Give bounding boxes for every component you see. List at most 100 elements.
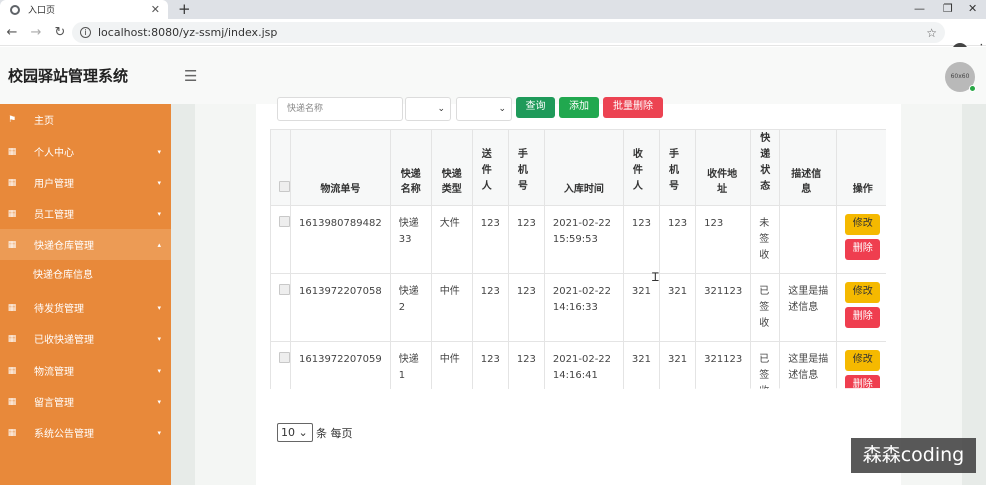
select-all-checkbox-cell[interactable] bbox=[270, 129, 291, 206]
cell-status: 已签收 bbox=[750, 341, 781, 389]
delete-button[interactable]: 删除 bbox=[845, 239, 881, 260]
sidebar-item-5[interactable]: ▦ 快递仓库管理 ▴ bbox=[0, 229, 171, 260]
cell-id: 1613972207058 bbox=[290, 273, 391, 342]
window-close-button[interactable]: ✕ bbox=[968, 0, 977, 19]
info-icon[interactable]: i bbox=[80, 27, 91, 38]
grid-icon: ▦ bbox=[7, 146, 17, 157]
cell-desc: 这里是描述信息 bbox=[779, 341, 838, 389]
row-checkbox[interactable] bbox=[279, 216, 290, 227]
type-select[interactable]: ⌄ bbox=[405, 97, 451, 121]
pagination-size: 10 ⌄ 条 每页 bbox=[277, 423, 353, 442]
star-icon[interactable]: ☆ bbox=[926, 26, 937, 40]
sidebar-item-label: 主页 bbox=[34, 116, 54, 127]
grid-icon: ▦ bbox=[7, 396, 17, 407]
row-checkbox-cell[interactable] bbox=[270, 205, 291, 274]
cell-name: 快递2 bbox=[389, 273, 432, 342]
cell-addr: 123 bbox=[695, 205, 752, 274]
cell-name: 快递33 bbox=[389, 205, 432, 274]
new-tab-button[interactable]: + bbox=[178, 0, 191, 18]
table-row: 1613980789482 快递33 大件 123 123 2021-02-22 15:5… bbox=[270, 205, 886, 274]
sidebar-item-4[interactable]: ▦ 员工管理 ▾ bbox=[0, 198, 171, 229]
brand-title: 校园驿站管理系统 bbox=[8, 67, 129, 85]
cell-actions: 修改 删除 bbox=[836, 341, 886, 389]
cell-rphone: 321 bbox=[658, 273, 697, 342]
back-arrow-icon[interactable]: ← bbox=[0, 25, 24, 40]
delete-button[interactable]: 删除 bbox=[845, 307, 881, 328]
cell-sender: 123 bbox=[471, 341, 509, 389]
sidebar-item-6[interactable]: ▦ 待发货管理 ▾ bbox=[0, 292, 171, 323]
cell-actions: 修改 删除 bbox=[836, 205, 886, 274]
caret-down-icon: ▾ bbox=[157, 428, 161, 437]
sidebar-item-label: 系统公告管理 bbox=[34, 429, 94, 440]
app-header: 校园驿站管理系统 ☰ 60x60 bbox=[0, 47, 986, 104]
tab-close-icon[interactable]: ✕ bbox=[151, 3, 160, 16]
caret-down-icon: ▾ bbox=[157, 303, 161, 312]
caret-up-icon: ▴ bbox=[157, 240, 161, 249]
sidebar-item-9[interactable]: ▦ 留言管理 ▾ bbox=[0, 386, 171, 417]
hamburger-menu-icon[interactable]: ☰ bbox=[184, 67, 197, 85]
cell-rphone: 321 bbox=[658, 341, 697, 389]
sidebar-item-label: 个人中心 bbox=[34, 148, 74, 159]
caret-down-icon: ▾ bbox=[157, 334, 161, 343]
cell-name: 快递1 bbox=[389, 341, 432, 389]
column-header: 快递类型 bbox=[430, 129, 473, 206]
caret-down-icon: ▾ bbox=[157, 397, 161, 406]
page-size-select[interactable]: 10 ⌄ bbox=[277, 423, 313, 442]
maximize-button[interactable]: ❐ bbox=[943, 0, 953, 19]
sidebar-item-10[interactable]: ▦ 系统公告管理 ▾ bbox=[0, 417, 171, 448]
globe-icon bbox=[10, 4, 20, 15]
tab-title: 入口页 bbox=[28, 6, 56, 16]
row-checkbox[interactable] bbox=[279, 284, 290, 295]
column-header: 操作 bbox=[836, 129, 886, 206]
cell-type: 中件 bbox=[430, 341, 473, 389]
minimize-button[interactable]: — bbox=[914, 0, 925, 19]
status-select[interactable]: ⌄ bbox=[456, 97, 512, 121]
column-header: 收件人 bbox=[622, 129, 661, 206]
forward-arrow-icon[interactable]: → bbox=[24, 25, 48, 40]
select-all-checkbox[interactable] bbox=[279, 181, 290, 192]
edit-button[interactable]: 修改 bbox=[845, 350, 881, 371]
cell-desc: 这里是描述信息 bbox=[779, 273, 838, 342]
sidebar-item-1[interactable]: ⚑ 主页 bbox=[0, 104, 171, 135]
row-checkbox[interactable] bbox=[279, 352, 290, 363]
sidebar-item-2[interactable]: ▦ 个人中心 ▾ bbox=[0, 136, 171, 167]
grid-icon: ▦ bbox=[7, 177, 17, 188]
grid-icon: ▦ bbox=[7, 239, 17, 250]
batch-delete-button[interactable]: 批量删除 bbox=[603, 97, 663, 118]
row-checkbox-cell[interactable] bbox=[270, 341, 291, 389]
cell-status: 未签收 bbox=[750, 205, 781, 274]
cell-phone: 123 bbox=[507, 341, 545, 389]
sidebar-item-label: 已收快递管理 bbox=[34, 335, 94, 346]
browser-tab[interactable]: 入口页 ✕ bbox=[0, 0, 168, 19]
browser-tabbar: 入口页 ✕ + — ❐ ✕ bbox=[0, 0, 986, 19]
query-button[interactable]: 查询 bbox=[516, 97, 555, 118]
url-bar[interactable]: i localhost:8080/yz-ssmj/index.jsp ☆ bbox=[72, 22, 945, 43]
cell-phone: 123 bbox=[507, 273, 545, 342]
edit-button[interactable]: 修改 bbox=[845, 214, 881, 235]
cell-id: 1613980789482 bbox=[290, 205, 391, 274]
sidebar-item-label: 用户管理 bbox=[34, 179, 74, 190]
grid-icon: ▦ bbox=[7, 333, 17, 344]
grid-icon: ▦ bbox=[7, 427, 17, 438]
reload-icon[interactable]: ↻ bbox=[48, 25, 72, 40]
caret-down-icon: ▾ bbox=[157, 366, 161, 375]
sidebar-item-3[interactable]: ▦ 用户管理 ▾ bbox=[0, 167, 171, 198]
edit-button[interactable]: 修改 bbox=[845, 282, 881, 303]
express-name-input[interactable]: 快递名称 bbox=[277, 97, 403, 121]
column-header: 手机号 bbox=[658, 129, 697, 206]
delete-button[interactable]: 删除 bbox=[845, 375, 881, 389]
add-button[interactable]: 添加 bbox=[559, 97, 599, 118]
cell-receiver: 123 bbox=[622, 205, 661, 274]
cell-time: 2021-02-22 14:16:41 bbox=[543, 341, 624, 389]
cell-addr: 321123 bbox=[695, 273, 752, 342]
sidebar-subitem[interactable]: 快递仓库信息 bbox=[0, 260, 171, 291]
cell-time: 2021-02-22 15:59:53 bbox=[543, 205, 624, 274]
cell-desc bbox=[779, 205, 838, 274]
address-toolbar: ← → ↻ i localhost:8080/yz-ssmj/index.jsp… bbox=[0, 19, 986, 59]
sidebar-item-7[interactable]: ▦ 已收快递管理 ▾ bbox=[0, 323, 171, 354]
cell-id: 1613972207059 bbox=[290, 341, 391, 389]
grid-icon: ▦ bbox=[7, 365, 17, 376]
column-header: 收件地址 bbox=[695, 129, 752, 206]
sidebar-item-8[interactable]: ▦ 物流管理 ▾ bbox=[0, 355, 171, 386]
row-checkbox-cell[interactable] bbox=[270, 273, 291, 342]
